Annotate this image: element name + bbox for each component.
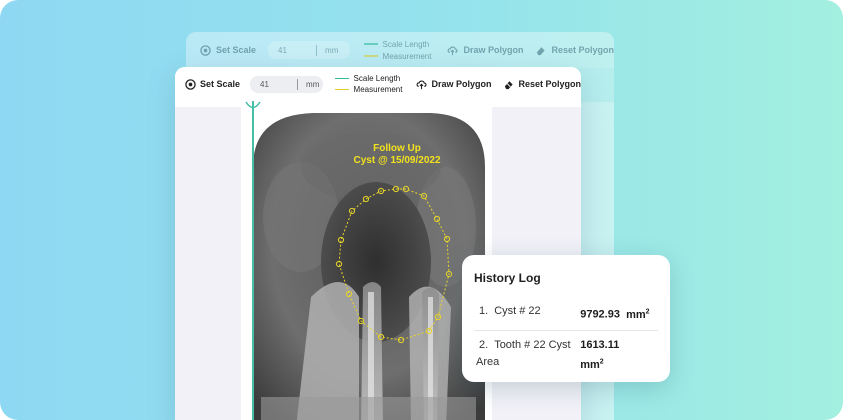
ghost-legend-scale-length: Scale Length bbox=[363, 39, 432, 49]
set-scale-label: Set Scale bbox=[200, 79, 241, 89]
annotation-line-1: Follow Up bbox=[373, 143, 421, 154]
upload-icon bbox=[417, 79, 427, 89]
row-label: Tooth # 22 Cyst Area bbox=[476, 338, 571, 368]
ghost-reset-polygon-button: Reset Polygon bbox=[535, 45, 614, 56]
scale-length-line[interactable] bbox=[252, 101, 254, 420]
ghost-scale-input: 41 mm bbox=[268, 41, 350, 59]
unit-text: mm bbox=[580, 359, 600, 372]
scale-icon bbox=[185, 78, 196, 90]
dental-xray-image[interactable]: Follow Up Cyst @ 15/09/2022 bbox=[241, 107, 492, 420]
ghost-draw-polygon-label: Draw Polygon bbox=[463, 45, 524, 55]
ghost-legend: Scale Length Measurement bbox=[363, 39, 432, 61]
history-row-value: 1613.11 mm2 bbox=[580, 337, 656, 375]
annotation-line-2: Cyst @ 15/09/2022 bbox=[353, 155, 440, 166]
scale-separator bbox=[297, 78, 299, 90]
reset-polygon-button[interactable]: Reset Polygon bbox=[503, 79, 581, 90]
history-log-title: History Log bbox=[474, 271, 541, 285]
canvas-background: Set Scale 41 mm Scale Length Measurement bbox=[0, 0, 843, 420]
row-value: 1613.11 bbox=[580, 338, 620, 351]
xray-image-frame: Follow Up Cyst @ 15/09/2022 bbox=[241, 107, 492, 420]
ghost-legend-label: Scale Length bbox=[382, 39, 430, 49]
row-number: 1. bbox=[479, 305, 489, 317]
upload-icon bbox=[448, 45, 458, 55]
row-unit: mm2 bbox=[626, 308, 650, 321]
ghost-legend-measurement: Measurement bbox=[363, 51, 432, 61]
set-scale-button[interactable]: Set Scale bbox=[185, 78, 241, 90]
measurement-swatch bbox=[334, 88, 349, 91]
legend-label: Scale Length bbox=[353, 74, 401, 83]
row-number: 2. bbox=[479, 338, 489, 351]
measurement-swatch bbox=[363, 55, 378, 57]
row-unit: mm2 bbox=[580, 358, 604, 372]
history-row[interactable]: 1. Cyst # 22 9792.93 mm2 bbox=[474, 297, 658, 330]
reset-polygon-label: Reset Polygon bbox=[518, 79, 581, 89]
ghost-legend-label: Measurement bbox=[382, 51, 432, 61]
ghost-toolbar: Set Scale 41 mm Scale Length Measurement bbox=[186, 32, 614, 68]
ghost-scale-separator bbox=[316, 44, 318, 56]
ghost-scale-unit: mm bbox=[325, 45, 339, 55]
draw-polygon-label: Draw Polygon bbox=[431, 79, 492, 89]
unit-text: mm bbox=[626, 308, 646, 321]
history-row-label: 1. Cyst # 22 bbox=[476, 303, 580, 324]
unit-exponent: 2 bbox=[645, 308, 650, 315]
scale-icon bbox=[200, 44, 211, 56]
scale-length-swatch bbox=[334, 77, 349, 80]
legend: Scale Length Measurement bbox=[334, 74, 403, 94]
toolbar: Set Scale 41 mm Scale Length Measurement bbox=[175, 67, 581, 101]
history-log-card: History Log 1. Cyst # 22 9792.93 mm2 2. To… bbox=[462, 255, 670, 382]
ghost-reset-polygon-label: Reset Polygon bbox=[551, 45, 614, 55]
scale-input[interactable]: 41 mm bbox=[250, 75, 323, 93]
ghost-draw-polygon-button: Draw Polygon bbox=[447, 45, 523, 56]
scale-unit: mm bbox=[306, 79, 320, 89]
history-row[interactable]: 2. Tooth # 22 Cyst Area 1613.11 mm2 bbox=[474, 329, 658, 381]
draw-polygon-button[interactable]: Draw Polygon bbox=[416, 79, 491, 90]
legend-measurement: Measurement bbox=[334, 85, 403, 94]
row-label: Cyst # 22 bbox=[494, 305, 541, 317]
scale-length-swatch bbox=[363, 43, 378, 45]
scale-line-handle[interactable] bbox=[245, 101, 261, 113]
legend-scale-length: Scale Length bbox=[334, 74, 403, 83]
history-row-label: 2. Tooth # 22 Cyst Area bbox=[476, 337, 580, 375]
eraser-icon bbox=[505, 80, 514, 89]
row-value: 9792.93 bbox=[580, 308, 620, 321]
ghost-set-scale-button: Set Scale bbox=[200, 44, 257, 56]
scale-value: 41 bbox=[260, 79, 269, 89]
ghost-set-scale-label: Set Scale bbox=[216, 45, 257, 55]
unit-exponent: 2 bbox=[599, 358, 604, 366]
history-row-value: 9792.93 mm2 bbox=[580, 303, 656, 324]
ghost-scale-value: 41 bbox=[278, 45, 287, 55]
legend-label: Measurement bbox=[353, 85, 403, 94]
eraser-icon bbox=[537, 46, 546, 55]
